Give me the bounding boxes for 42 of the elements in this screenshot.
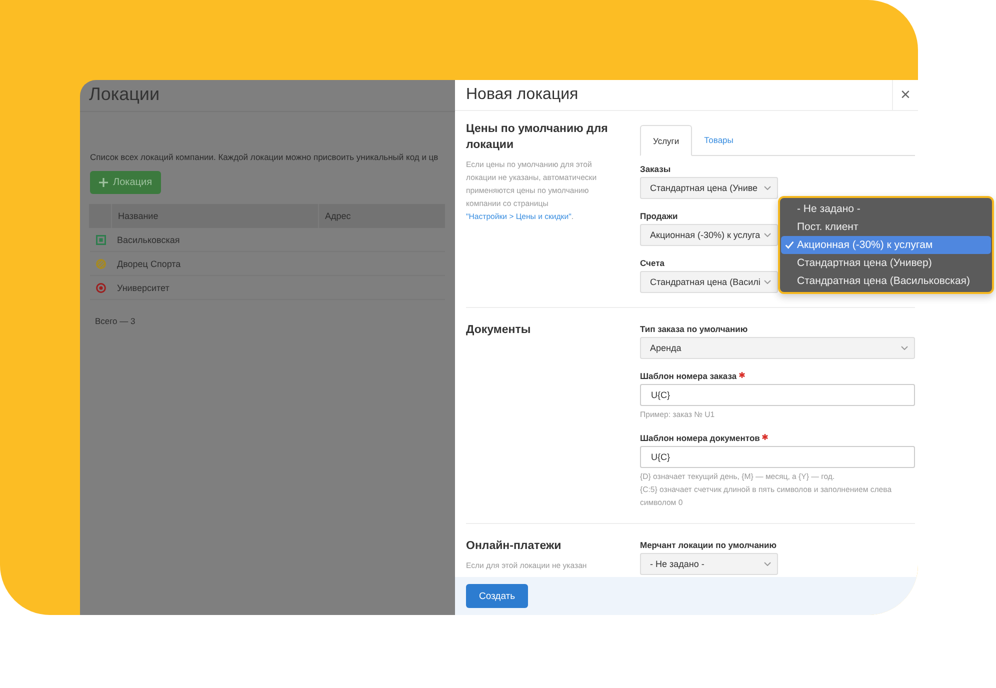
input-field[interactable]: U{C}	[640, 446, 915, 468]
checkmark-icon	[785, 241, 794, 249]
field-label: Тип заказа по умолчанию	[640, 324, 748, 334]
chevron-down-icon	[764, 562, 771, 566]
column-header: Адрес	[324, 210, 351, 223]
dropdown-option[interactable]: Пост. клиент	[781, 218, 991, 236]
page-description: Список всех локаций компании. Каждой локации можно присвоить уникальный код и цв	[90, 152, 440, 162]
field-label: Счета	[640, 258, 664, 268]
tab[interactable]: Услуги	[640, 125, 692, 156]
required-asterisk-icon	[762, 434, 768, 440]
dropdown-option[interactable]: Стандартная цена (Универ)	[781, 254, 991, 272]
chevron-down-icon	[764, 186, 771, 190]
dropdown-option[interactable]: Акционная (-30%) к услугам	[781, 236, 991, 254]
field-label: Шаблон номера документов	[640, 433, 760, 443]
select-field[interactable]: Акционная (-30%) к услуга	[640, 224, 778, 246]
select-field[interactable]: Стандратная цена (Василі	[640, 271, 778, 293]
select-field[interactable]: Стандартная цена (Униве	[640, 177, 778, 199]
modal-title: Новая локация	[465, 86, 580, 104]
page-title: Локации	[80, 80, 455, 112]
field-label: Заказы	[640, 164, 671, 174]
location-name: Дворец Спорта	[116, 258, 181, 268]
create-button[interactable]: Создать	[466, 584, 528, 608]
chevron-down-icon	[901, 346, 908, 350]
field-label: Мерчант локации по умолчанию	[640, 540, 777, 550]
section-title: Цены по умолчанию для локации	[466, 122, 609, 153]
dropdown-option[interactable]: Стандратная цена (Васильковская)	[781, 272, 991, 290]
field-label: Продажи	[640, 211, 678, 221]
chevron-down-icon	[764, 233, 772, 237]
required-asterisk-icon	[738, 372, 745, 378]
location-name: Васильковская	[116, 234, 180, 244]
input-field[interactable]: U{C}	[640, 384, 915, 406]
field-label: Шаблон номера заказа	[640, 371, 737, 381]
plus-icon	[99, 178, 108, 187]
select-field[interactable]: - Не задано -	[640, 553, 778, 575]
total-count: Всего — 3	[94, 316, 136, 326]
dropdown-option[interactable]: - Не задано -	[781, 200, 991, 218]
column-header: Название	[112, 204, 319, 228]
section-title: Документы	[466, 323, 532, 338]
section-title: Онлайн-платежи	[466, 539, 562, 554]
location-name: Университет	[116, 282, 170, 292]
select-field[interactable]: Аренда	[640, 337, 915, 359]
chevron-down-icon	[764, 280, 772, 284]
